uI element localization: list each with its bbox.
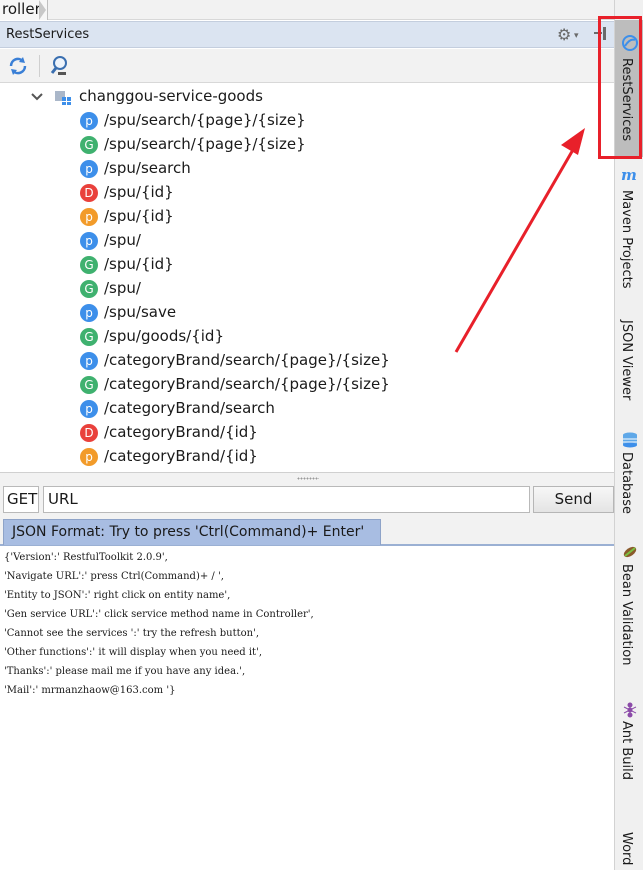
tree-item-endpoint[interactable]: p/spu/search <box>0 157 600 181</box>
endpoint-path: /categoryBrand/search/{page}/{size} <box>104 375 390 393</box>
url-input[interactable]: URL <box>43 486 530 513</box>
tool-window-title: RestServices <box>6 27 90 42</box>
request-bar: GET URL Send <box>0 483 614 517</box>
stripe-json-viewer[interactable]: JSON Viewer <box>615 316 643 416</box>
module-icon <box>55 89 73 105</box>
stripe-maven-projects[interactable]: m Maven Projects <box>615 162 643 292</box>
database-icon <box>623 432 637 448</box>
tree-item-endpoint[interactable]: D/spu/{id} <box>0 181 600 205</box>
endpoint-path: /spu/{id} <box>104 207 174 225</box>
tree-item-endpoint[interactable]: p/spu/search/{page}/{size} <box>0 109 600 133</box>
chevron-down-icon: ▾ <box>574 31 579 41</box>
tree-item-endpoint[interactable]: G/spu/goods/{id} <box>0 325 600 349</box>
json-line: 'Cannot see the services ':' try the ref… <box>4 628 260 639</box>
stripe-ant-build[interactable]: Ant Build <box>615 697 643 787</box>
json-line: {'Version':' RestfulToolkit 2.0.9', <box>4 552 168 563</box>
breadcrumb: roller <box>0 0 614 20</box>
stripe-bean-validation[interactable]: Bean Validation <box>615 540 643 670</box>
tree-item-endpoint[interactable]: p/spu/ <box>0 229 600 253</box>
stripe-label: JSON Viewer <box>619 320 634 401</box>
json-line: 'Entity to JSON':' right click on entity… <box>4 590 231 601</box>
maven-icon: m <box>621 166 637 184</box>
toolbar <box>0 49 614 83</box>
settings-gear-icon[interactable]: ⚙ ▾ <box>557 25 585 45</box>
json-line: 'Navigate URL':' press Ctrl(Command)+ / … <box>4 571 224 582</box>
http-method-badge: G <box>80 256 98 274</box>
tree-item-endpoint[interactable]: D/categoryBrand/{id} <box>0 421 600 445</box>
refresh-icon[interactable] <box>6 54 30 78</box>
tree-item-endpoint[interactable]: G/spu/{id} <box>0 253 600 277</box>
http-method-badge: p <box>80 160 98 178</box>
stripe-label: Database <box>619 452 634 515</box>
toolbar-separator <box>39 55 40 77</box>
endpoint-path: /spu/goods/{id} <box>104 327 224 345</box>
tree-item-endpoint[interactable]: p/categoryBrand/search <box>0 397 600 421</box>
stripe-database[interactable]: Database <box>615 428 643 528</box>
stripe-label: Ant Build <box>619 721 634 780</box>
http-method-badge: p <box>80 304 98 322</box>
http-method-badge: G <box>80 280 98 298</box>
ant-icon <box>623 702 637 718</box>
http-method-badge: p <box>80 448 98 466</box>
endpoint-path: /categoryBrand/{id} <box>104 423 258 441</box>
http-method-badge: p <box>80 400 98 418</box>
endpoint-path: /spu/ <box>104 279 141 297</box>
json-line: 'Thanks':' please mail me if you have an… <box>4 666 246 677</box>
http-method-field[interactable]: GET <box>3 486 39 513</box>
endpoint-path: /spu/search/{page}/{size} <box>104 111 306 129</box>
panel-splitter[interactable] <box>0 472 614 483</box>
json-line: 'Other functions':' it will display when… <box>4 647 262 658</box>
json-line: 'Gen service URL':' click service method… <box>4 609 314 620</box>
stripe-label: Maven Projects <box>619 190 634 289</box>
tree-item-endpoint[interactable]: p/categoryBrand/{id} <box>0 445 600 469</box>
tree-item-endpoint[interactable]: G/spu/ <box>0 277 600 301</box>
tab-strip: JSON Format: Try to press 'Ctrl(Command)… <box>0 517 614 545</box>
http-method-badge: p <box>80 232 98 250</box>
stripe-label: Bean Validation <box>619 564 634 666</box>
tool-window-header: RestServices ⚙ ▾ <box>0 21 614 48</box>
rest-services-tree[interactable]: changgou-service-goods p/spu/search/{pag… <box>0 84 614 472</box>
http-method-badge: p <box>80 208 98 226</box>
module-label: changgou-service-goods <box>79 87 263 105</box>
tree-item-endpoint[interactable]: p/spu/save <box>0 301 600 325</box>
chevron-down-icon[interactable] <box>30 89 44 103</box>
tree-item-endpoint[interactable]: p/categoryBrand/search/{page}/{size} <box>0 349 600 373</box>
endpoint-path: /spu/search/{page}/{size} <box>104 135 306 153</box>
http-method-badge: G <box>80 136 98 154</box>
stripe-word[interactable]: Word <box>615 808 643 870</box>
endpoint-path: /spu/{id} <box>104 255 174 273</box>
http-method-badge: G <box>80 328 98 346</box>
bean-validation-icon <box>623 546 637 558</box>
http-method-badge: D <box>80 184 98 202</box>
http-method-badge: p <box>80 112 98 130</box>
json-response-area[interactable]: {'Version':' RestfulToolkit 2.0.9', 'Nav… <box>0 545 614 870</box>
stripe-label: Word <box>619 832 634 866</box>
http-method-badge: G <box>80 376 98 394</box>
drag-handle-icon[interactable] <box>297 477 319 480</box>
tree-item-endpoint[interactable]: p/spu/{id} <box>0 205 600 229</box>
endpoint-path: /spu/{id} <box>104 183 174 201</box>
find-icon[interactable] <box>49 54 73 78</box>
tree-item-endpoint[interactable]: G/spu/search/{page}/{size} <box>0 133 600 157</box>
endpoint-path: /categoryBrand/search/{page}/{size} <box>104 351 390 369</box>
tree-item-endpoint[interactable]: G/categoryBrand/search/{page}/{size} <box>0 373 600 397</box>
tree-root-module[interactable]: changgou-service-goods <box>0 85 600 109</box>
http-method-badge: p <box>80 352 98 370</box>
endpoint-path: /spu/search <box>104 159 191 177</box>
breadcrumb-separator <box>39 0 46 20</box>
endpoint-path: /spu/save <box>104 303 177 321</box>
annotation-highlight-box <box>598 16 642 159</box>
endpoint-path: /spu/ <box>104 231 141 249</box>
json-line: 'Mail':' mrmanzhaow@163.com '} <box>4 685 176 696</box>
endpoint-path: /categoryBrand/search <box>104 399 275 417</box>
send-button[interactable]: Send <box>533 486 614 513</box>
http-method-badge: D <box>80 424 98 442</box>
endpoint-path: /categoryBrand/{id} <box>104 447 258 465</box>
tab-json-format[interactable]: JSON Format: Try to press 'Ctrl(Command)… <box>3 519 381 545</box>
